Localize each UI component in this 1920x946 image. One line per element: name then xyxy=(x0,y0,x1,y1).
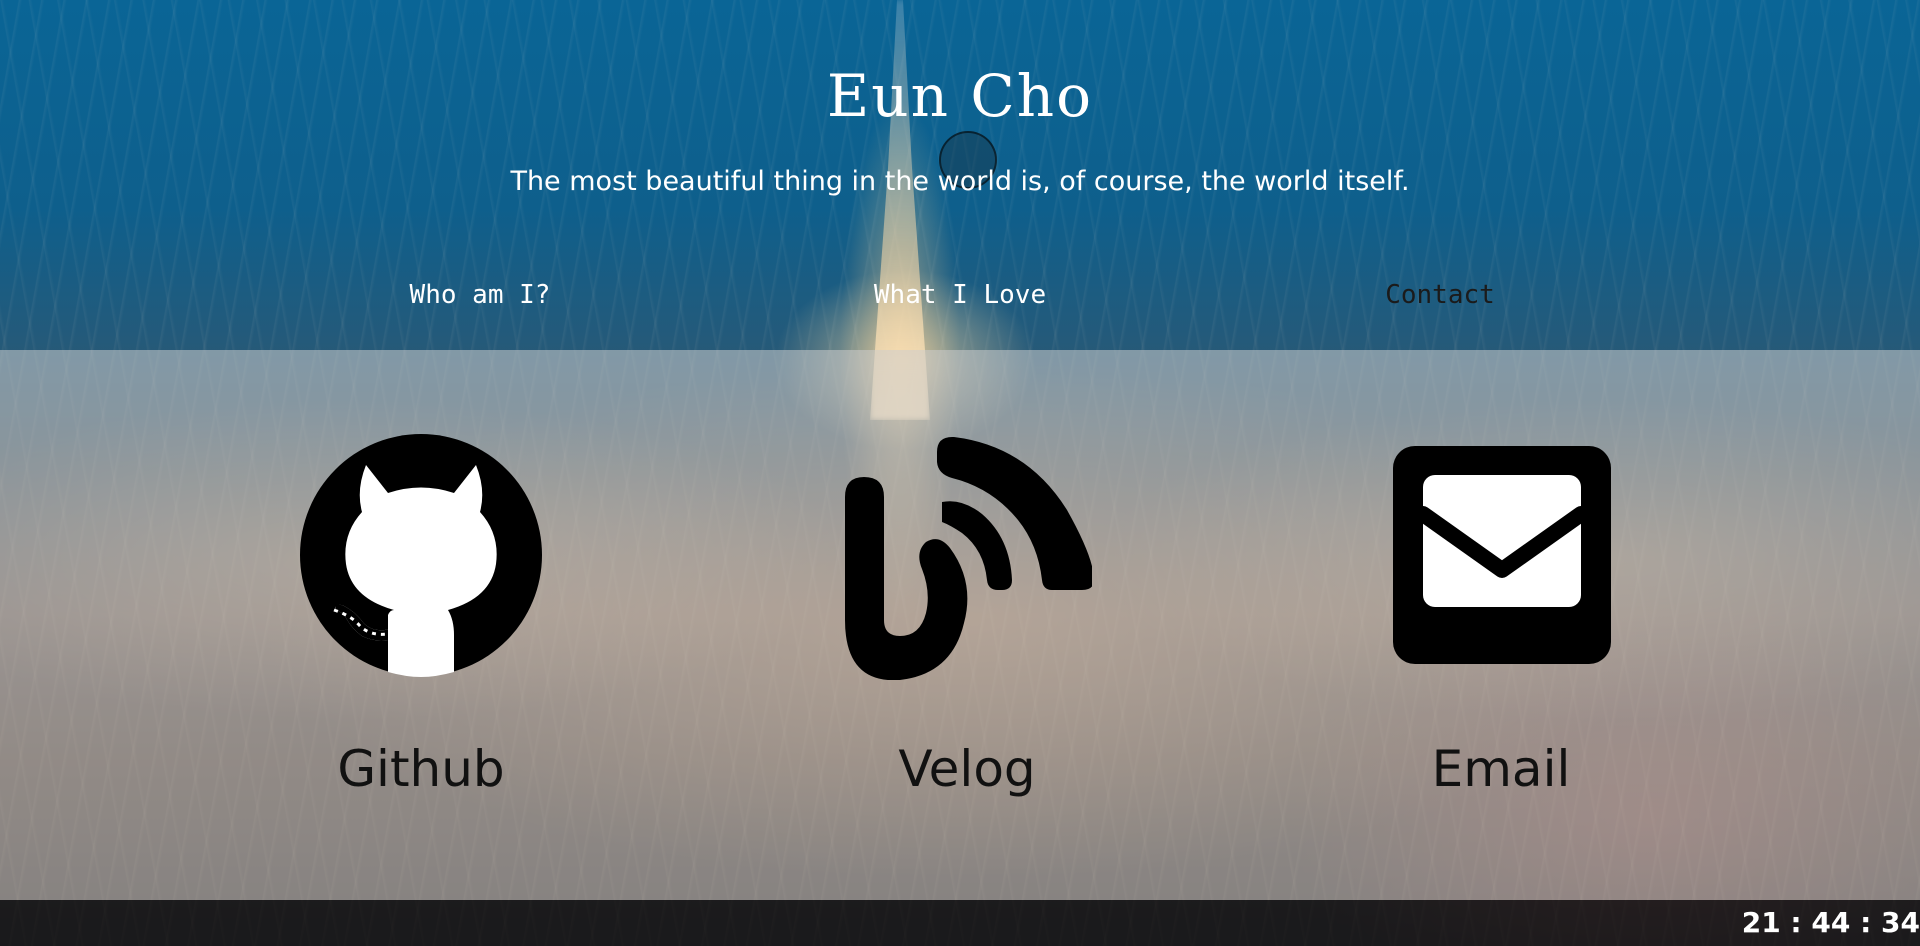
clock: 21 : 44 : 34 xyxy=(1741,906,1920,939)
main-nav: Who am I? What I Love Contact xyxy=(0,280,1920,324)
velog-link[interactable]: Velog xyxy=(797,350,1137,900)
github-link[interactable]: Github xyxy=(251,350,591,900)
velog-icon xyxy=(845,436,1092,680)
github-label: Github xyxy=(337,740,505,798)
github-icon xyxy=(300,434,542,677)
page-header: Eun Cho The most beautiful thing in the … xyxy=(0,0,1920,350)
email-icon xyxy=(1393,446,1611,664)
tagline: The most beautiful thing in the world is… xyxy=(510,166,1410,197)
email-link[interactable]: Email xyxy=(1331,350,1671,900)
velog-label: Velog xyxy=(898,740,1036,798)
nav-item-what-i-love[interactable]: What I Love xyxy=(810,280,1110,310)
contact-panel: Github Velog Email xyxy=(0,350,1920,900)
email-label: Email xyxy=(1431,740,1571,798)
site-title: Eun Cho xyxy=(826,62,1094,130)
bottom-bar: 21 : 44 : 34 xyxy=(0,900,1920,946)
nav-item-contact[interactable]: Contact xyxy=(1290,280,1590,310)
nav-item-who-am-i[interactable]: Who am I? xyxy=(330,280,630,310)
